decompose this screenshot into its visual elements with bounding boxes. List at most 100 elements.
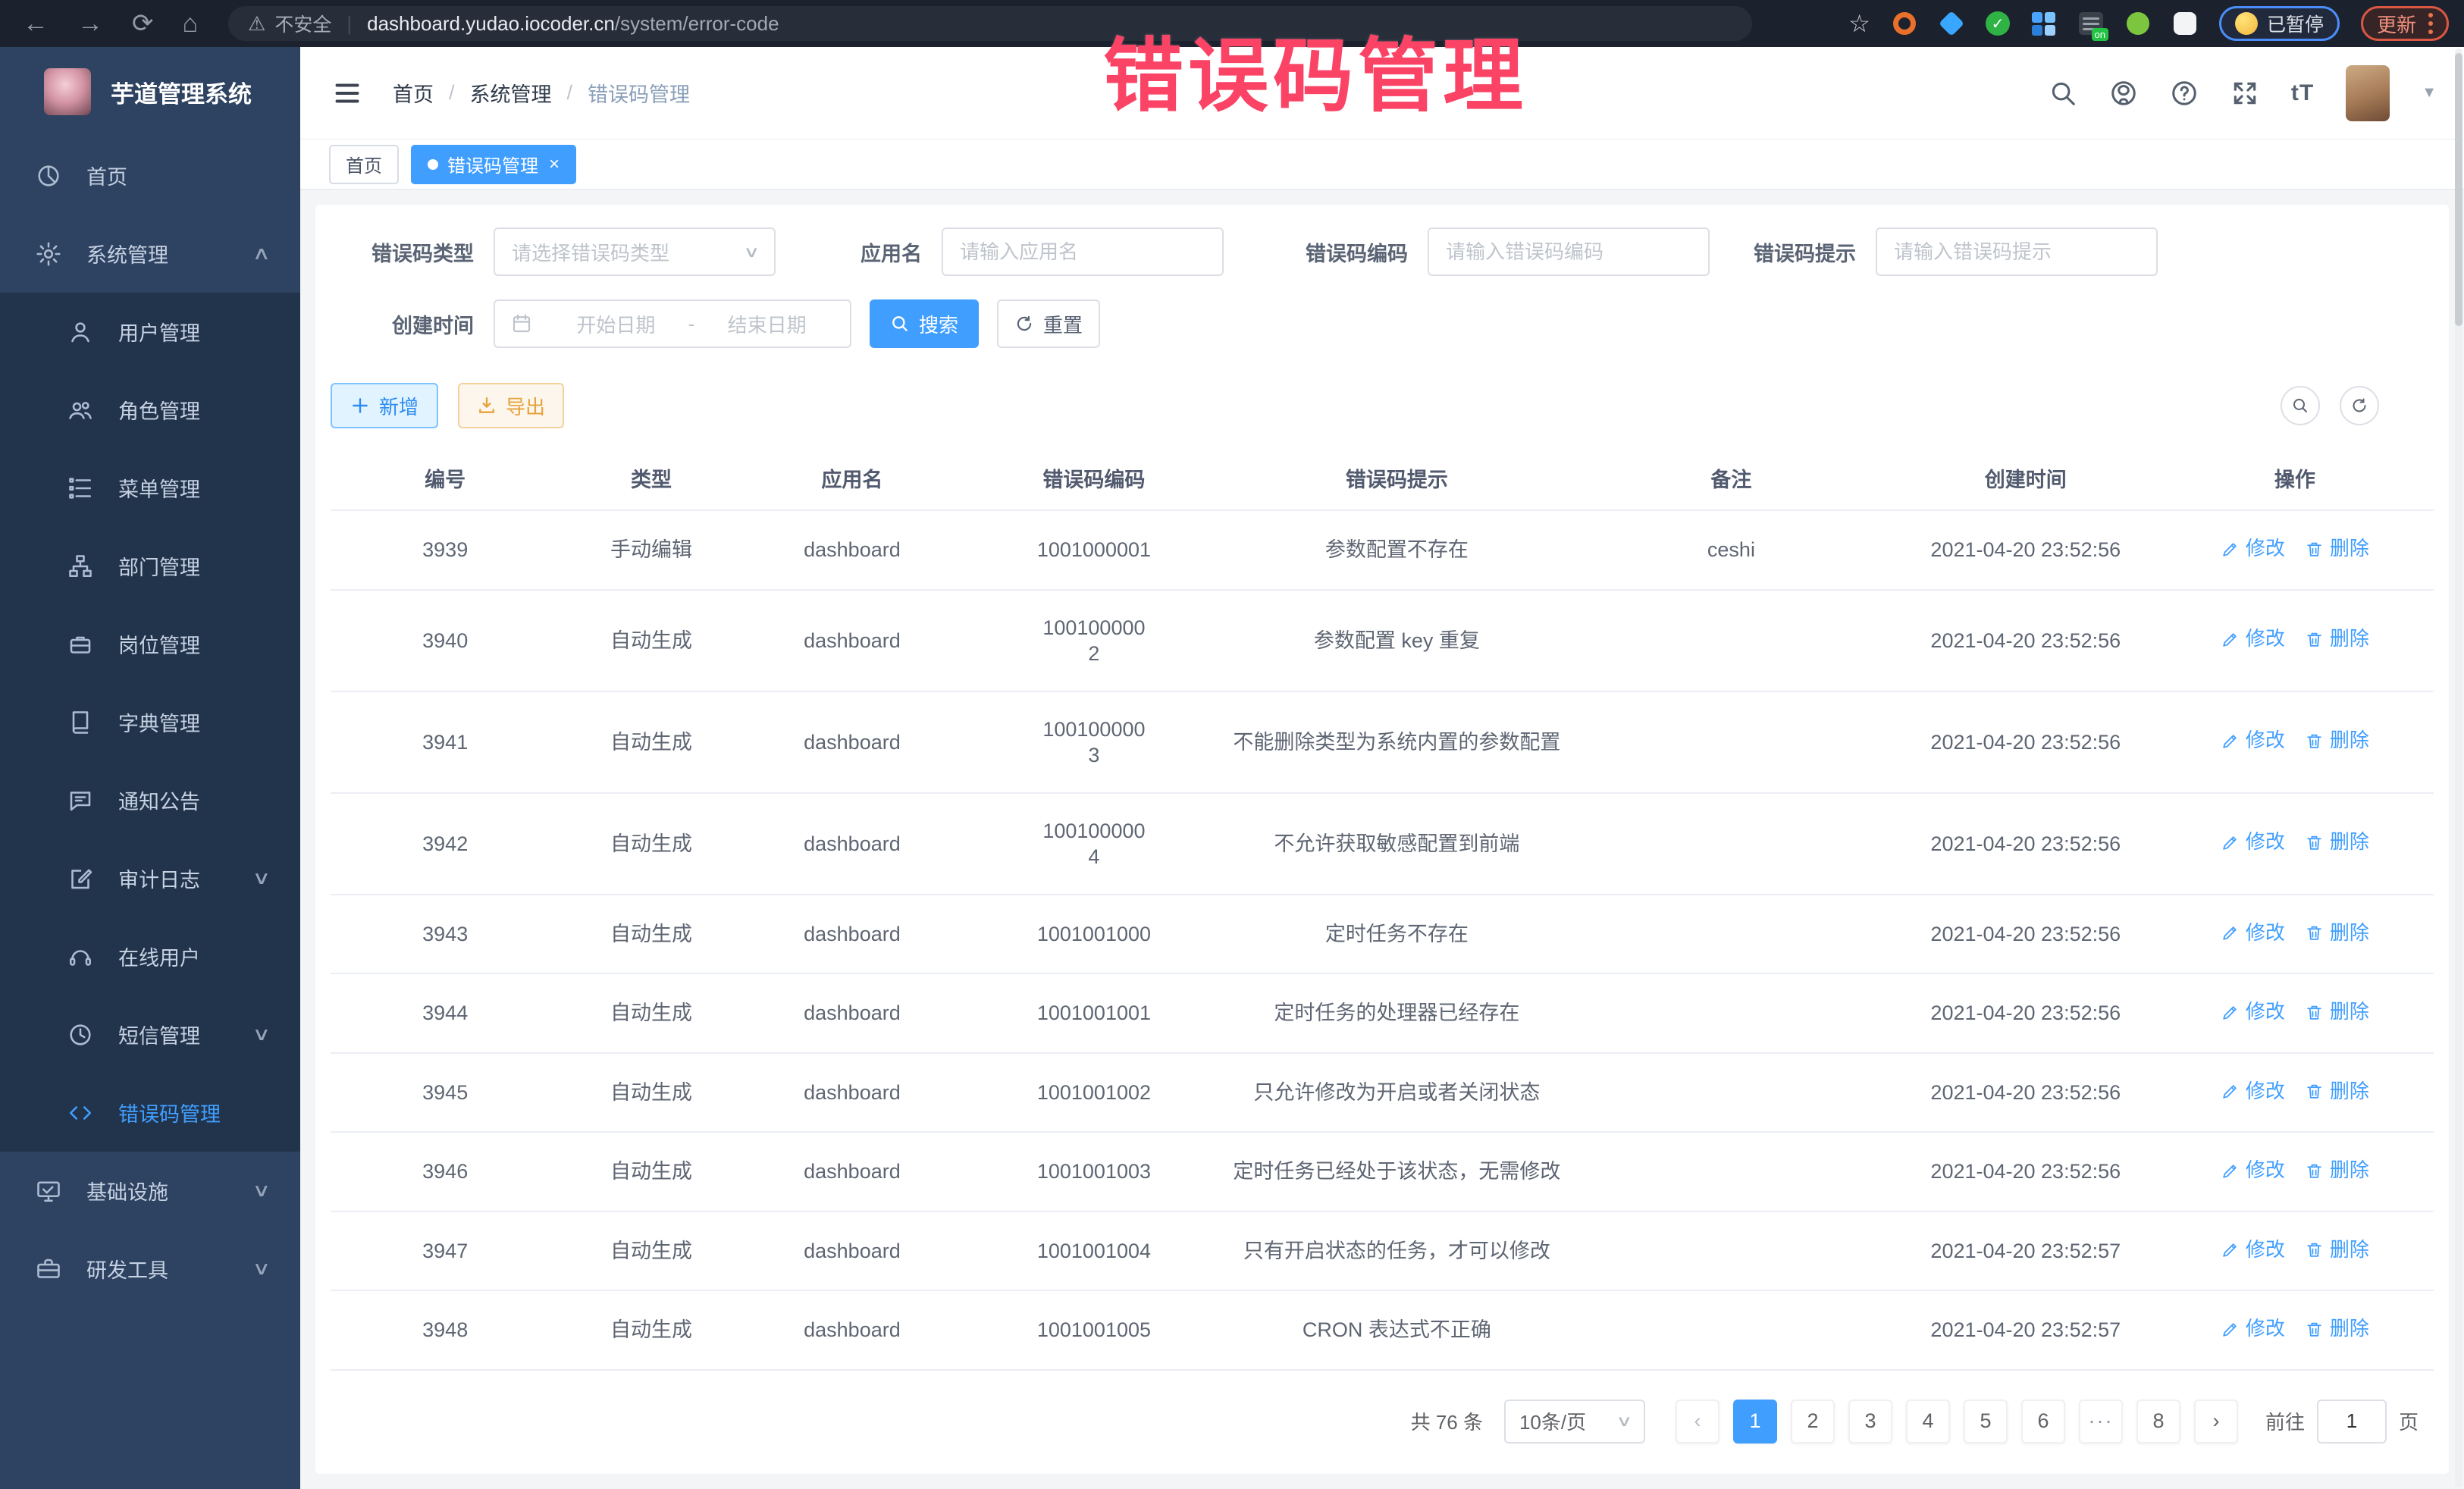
edit-link[interactable]: 修改 (2221, 535, 2285, 561)
page-button-2[interactable]: 2 (1791, 1400, 1835, 1444)
page-scrollbar[interactable] (2455, 49, 2462, 1487)
export-button[interactable]: 导出 (458, 383, 564, 428)
sidebar-item-在线用户[interactable]: 在线用户 (0, 917, 300, 995)
user-avatar[interactable] (2346, 65, 2390, 121)
delete-link[interactable]: 删除 (2305, 829, 2369, 854)
page-button-1[interactable]: 1 (1733, 1400, 1777, 1444)
delete-link[interactable]: 删除 (2305, 1157, 2369, 1183)
next-page-button[interactable]: › (2194, 1400, 2238, 1444)
error-code-input[interactable] (1428, 227, 1710, 276)
delete-icon (2305, 923, 2324, 942)
user-menu-caret-icon[interactable]: ▼ (2422, 84, 2437, 102)
font-size-icon[interactable]: tT (2291, 80, 2314, 106)
delete-link[interactable]: 删除 (2305, 1078, 2369, 1104)
breadcrumb-item-系统管理[interactable]: 系统管理 (470, 78, 552, 108)
extension-green-check-icon[interactable]: ✓ (1986, 11, 2010, 36)
sidebar-toggle-icon[interactable] (331, 80, 364, 107)
sidebar-item-系统管理[interactable]: 系统管理∧ (0, 215, 300, 293)
sidebar-item-研发工具[interactable]: 研发工具∨ (0, 1230, 300, 1308)
action-label: 修改 (2246, 998, 2285, 1024)
page-button-5[interactable]: 5 (1964, 1400, 2008, 1444)
error-msg-input[interactable] (1876, 227, 2158, 276)
sidebar-item-通知公告[interactable]: 通知公告 (0, 761, 300, 839)
sidebar-item-用户管理[interactable]: 用户管理 (0, 293, 300, 371)
sidebar-item-岗位管理[interactable]: 岗位管理 (0, 605, 300, 683)
delete-link[interactable]: 删除 (2305, 625, 2369, 651)
browser-home-icon[interactable]: ⌂ (183, 11, 199, 36)
delete-link[interactable]: 删除 (2305, 920, 2369, 945)
cell-msg: 只有开启状态的任务，才可以修改 (1227, 1212, 1567, 1291)
scrollbar-thumb[interactable] (2455, 53, 2462, 326)
fullscreen-icon[interactable] (2230, 79, 2259, 108)
delete-link[interactable]: 删除 (2305, 998, 2369, 1024)
sidebar-item-角色管理[interactable]: 角色管理 (0, 371, 300, 449)
github-icon[interactable] (2109, 79, 2138, 108)
sidebar-item-部门管理[interactable]: 部门管理 (0, 527, 300, 605)
edit-link[interactable]: 修改 (2221, 920, 2285, 945)
refresh-table-button[interactable] (2340, 386, 2379, 425)
reset-button[interactable]: 重置 (997, 299, 1100, 348)
delete-link[interactable]: 删除 (2305, 1237, 2369, 1262)
edit-link[interactable]: 修改 (2221, 1157, 2285, 1183)
chevron-down-icon: ∨ (252, 1023, 271, 1045)
delete-link[interactable]: 删除 (2305, 727, 2369, 753)
search-button[interactable]: 搜索 (870, 299, 979, 348)
delete-link[interactable]: 删除 (2305, 1315, 2369, 1341)
edit-link[interactable]: 修改 (2221, 1237, 2285, 1262)
extension-green-circle-icon[interactable] (2125, 11, 2151, 36)
extension-puzzle-icon[interactable] (2172, 11, 2198, 36)
delete-link[interactable]: 删除 (2305, 535, 2369, 561)
extension-blue-grid-icon[interactable] (2031, 11, 2057, 36)
sidebar-item-短信管理[interactable]: 短信管理∨ (0, 995, 300, 1074)
cell-time: 2021-04-20 23:52:57 (1895, 1212, 2156, 1291)
browser-menu-icon[interactable] (2428, 13, 2433, 34)
page-button-3[interactable]: 3 (1848, 1400, 1892, 1444)
delete-icon (2305, 1240, 2324, 1259)
app-name-input[interactable] (942, 227, 1224, 276)
search-icon[interactable] (2049, 79, 2077, 108)
close-icon[interactable]: × (549, 154, 560, 175)
page-size-select[interactable]: 10条/页 ∨ (1504, 1400, 1645, 1444)
sidebar-item-基础设施[interactable]: 基础设施∨ (0, 1152, 300, 1230)
page-button-8[interactable]: 8 (2136, 1400, 2180, 1444)
extension-tab-manager-icon[interactable]: on (2078, 11, 2104, 36)
edit-link[interactable]: 修改 (2221, 625, 2285, 651)
edit-link[interactable]: 修改 (2221, 1078, 2285, 1104)
action-label: 修改 (2246, 727, 2285, 753)
page-ellipsis[interactable]: ··· (2079, 1400, 2123, 1444)
cell-app: dashboard (743, 1053, 961, 1133)
browser-reload-icon[interactable]: ⟳ (132, 11, 154, 36)
edit-link[interactable]: 修改 (2221, 727, 2285, 753)
goto-page-input[interactable] (2317, 1400, 2387, 1444)
sidebar-item-审计日志[interactable]: 审计日志∨ (0, 839, 300, 917)
sidebar-item-错误码管理[interactable]: 错误码管理 (0, 1074, 300, 1152)
browser-back-icon[interactable]: ← (23, 11, 49, 36)
sidebar-item-菜单管理[interactable]: 菜单管理 (0, 449, 300, 527)
error-type-select[interactable]: 请选择错误码类型 ∨ (494, 227, 776, 276)
prev-page-button[interactable]: ‹ (1676, 1400, 1719, 1444)
edit-link[interactable]: 修改 (2221, 998, 2285, 1024)
edit-link[interactable]: 修改 (2221, 829, 2285, 854)
extension-adblock-ring-icon[interactable] (1892, 11, 1917, 36)
page-button-6[interactable]: 6 (2021, 1400, 2065, 1444)
breadcrumb-item-首页[interactable]: 首页 (393, 78, 434, 108)
profile-paused-badge[interactable]: 已暂停 (2219, 6, 2340, 41)
tag-首页[interactable]: 首页 (329, 145, 399, 184)
cell-id: 3940 (331, 590, 560, 691)
date-range-picker[interactable]: 开始日期 - 结束日期 (494, 299, 851, 348)
show-search-button[interactable] (2281, 386, 2320, 425)
sidebar-logo-row[interactable]: 芋道管理系统 (0, 47, 300, 136)
help-icon[interactable] (2170, 79, 2199, 108)
page-button-4[interactable]: 4 (1906, 1400, 1950, 1444)
edit-link[interactable]: 修改 (2221, 1315, 2285, 1341)
sidebar-item-首页[interactable]: 首页 (0, 136, 300, 215)
bookmark-star-icon[interactable]: ☆ (1848, 9, 1870, 38)
sidebar-item-字典管理[interactable]: 字典管理 (0, 683, 300, 761)
sidebar-item-label: 系统管理 (86, 239, 168, 268)
browser-update-button[interactable]: 更新 (2361, 6, 2449, 41)
tag-错误码管理[interactable]: 错误码管理× (411, 145, 576, 184)
add-button[interactable]: 新增 (331, 383, 438, 428)
table-row-3939: 3939手动编辑dashboard1001000001参数配置不存在ceshi2… (331, 510, 2434, 590)
extension-blue-gem-icon[interactable] (1939, 11, 1964, 36)
browser-forward-icon[interactable]: → (77, 11, 103, 36)
